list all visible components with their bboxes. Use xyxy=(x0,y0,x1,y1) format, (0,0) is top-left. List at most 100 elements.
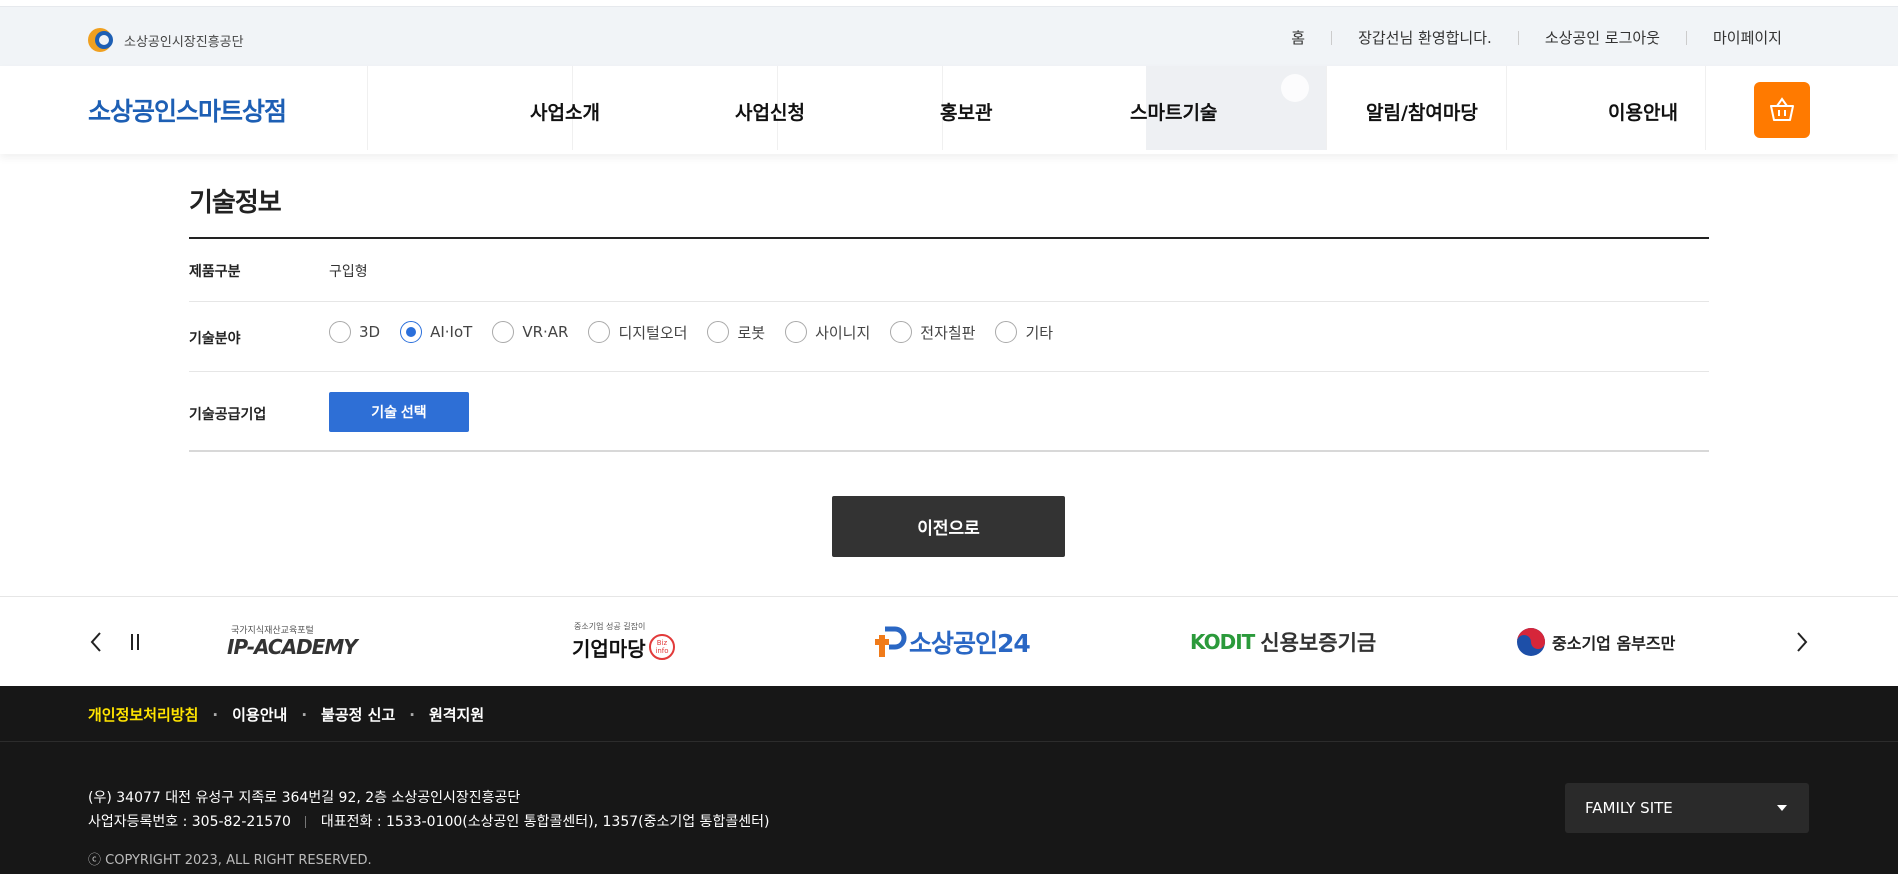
kodit-mark: KODIT xyxy=(1190,630,1255,654)
logo-bizinfo[interactable]: 중소기업 성공 길잡이 기업마당 Biz info xyxy=(572,619,682,665)
ombudsman-text: 중소기업 옴부즈만 xyxy=(1552,634,1676,653)
radio-label: 기타 xyxy=(1025,323,1054,342)
radio-label: 사이니지 xyxy=(815,323,871,342)
supplier-label: 기술공급기업 xyxy=(189,407,267,423)
radio-circle[interactable] xyxy=(707,321,730,343)
radio-digital-order[interactable]: 디지털오더 xyxy=(588,321,687,343)
radio-circle[interactable] xyxy=(588,321,611,343)
radio-label: VR·AR xyxy=(522,323,569,341)
taegeuk-icon xyxy=(1517,628,1545,656)
menu-business-intro[interactable]: 사업소개 xyxy=(530,98,600,125)
footer-address-block: (우) 34077 대전 유성구 지족로 364번길 92, 2층 소상공인시장… xyxy=(88,786,769,834)
menu-smart-tech[interactable]: 스마트기술 xyxy=(1130,98,1217,125)
caret-down-icon xyxy=(1777,805,1787,811)
radio-e-board[interactable]: 전자칠판 xyxy=(890,321,975,343)
radio-3d[interactable]: 3D xyxy=(329,321,380,343)
bizinfo-badge-icon: Biz info xyxy=(649,634,675,660)
supplier-row: 기술공급기업 기술 선택 xyxy=(189,372,1709,450)
util-home-link[interactable]: 홈 xyxy=(1291,27,1305,48)
utility-links: 홈 장갑선님 환영합니다. 소상공인 로그아웃 마이페이지 xyxy=(1291,27,1782,48)
bizinfo-text: 기업마당 xyxy=(572,637,646,661)
product-type-row: 제품구분 구입형 xyxy=(189,239,1709,302)
kodit-text: 신용보증기금 xyxy=(1260,631,1377,655)
divider xyxy=(1517,30,1519,45)
pause-icon xyxy=(137,634,139,650)
radio-label: 3D xyxy=(359,323,381,341)
related-sites-banner: 국가지식재산교육포털 IP-ACADEMY 중소기업 성공 길잡이 기업마당 B… xyxy=(0,596,1898,686)
footer-phone: 대표전화 : 1533-0100(소상공인 통합콜센터), 1357(중소기업 … xyxy=(320,814,770,830)
menu-notice[interactable]: 알림/참여마당 xyxy=(1366,98,1478,125)
menu-business-apply[interactable]: 사업신청 xyxy=(735,98,805,125)
section-title: 기술정보 xyxy=(189,188,282,218)
banner-pause-button[interactable] xyxy=(128,630,142,654)
org-name: 소상공인시장진흥공단 xyxy=(124,34,244,50)
family-site-select[interactable]: FAMILY SITE xyxy=(1565,783,1809,833)
footer-address: (우) 34077 대전 유성구 지족로 364번길 92, 2층 소상공인시장… xyxy=(88,790,521,806)
sbiz24-text: 소상공인24 xyxy=(909,629,1031,658)
chevron-right-icon xyxy=(1797,632,1808,652)
footer-privacy-link[interactable]: 개인정보처리방침 xyxy=(88,704,198,725)
radio-circle[interactable] xyxy=(890,321,913,343)
radio-circle[interactable] xyxy=(492,321,515,343)
menu-guide[interactable]: 이용안내 xyxy=(1608,98,1678,125)
radio-signage[interactable]: 사이니지 xyxy=(785,321,870,343)
logo-ip-academy[interactable]: 국가지식재산교육포털 IP-ACADEMY xyxy=(227,619,375,665)
divider: · xyxy=(409,705,415,724)
radio-circle[interactable] xyxy=(785,321,808,343)
divider: · xyxy=(301,705,308,724)
tech-field-label: 기술분야 xyxy=(189,331,241,347)
banner-prev-button[interactable] xyxy=(86,627,106,657)
footer-report-link[interactable]: 불공정 신고 xyxy=(321,704,395,725)
logo-kodit[interactable]: KODIT 신용보증기금 xyxy=(1190,619,1376,665)
radio-vr-ar[interactable]: VR·AR xyxy=(492,321,568,343)
util-mypage-link[interactable]: 마이페이지 xyxy=(1713,27,1782,48)
divider: · xyxy=(212,705,219,724)
bizinfo-caption: 중소기업 성공 길잡이 xyxy=(574,622,646,631)
footer-divider xyxy=(0,741,1898,742)
main-navigation: 소상공인스마트상점 사업소개 사업신청 홍보관 스마트기술 알림/참여마당 이용… xyxy=(0,66,1898,154)
cart-button[interactable] xyxy=(1754,82,1810,138)
radio-label: AI·IoT xyxy=(430,323,473,341)
family-site-label: FAMILY SITE xyxy=(1585,799,1673,817)
footer-links: 개인정보처리방침 · 이용안내 · 불공정 신고 · 원격지원 xyxy=(88,704,484,725)
org-logo[interactable]: 소상공인시장진흥공단 xyxy=(88,27,244,53)
tech-select-button[interactable]: 기술 선택 xyxy=(329,392,469,432)
org-emblem-icon xyxy=(88,27,118,53)
logo-sbiz24[interactable]: 소상공인24 xyxy=(875,619,1031,665)
logo-ombudsman[interactable]: 중소기업 옴부즈만 xyxy=(1516,619,1675,665)
footer: 개인정보처리방침 · 이용안내 · 불공정 신고 · 원격지원 (우) 3407… xyxy=(0,686,1898,874)
radio-label: 디지털오더 xyxy=(618,323,688,342)
tech-field-row: 기술분야 3D AI·IoT VR·AR 디지털오더 로봇 사이니지 전자칠판 … xyxy=(189,302,1709,372)
footer-guide-link[interactable]: 이용안내 xyxy=(232,704,287,725)
section-bottom-divider xyxy=(189,450,1709,452)
top-utility-bar: 소상공인시장진흥공단 홈 장갑선님 환영합니다. 소상공인 로그아웃 마이페이지 xyxy=(0,6,1898,66)
check-icon xyxy=(1281,74,1309,102)
sbiz24-mark-icon xyxy=(875,626,907,657)
ip-academy-text: IP-ACADEMY xyxy=(227,635,358,659)
chevron-left-icon xyxy=(90,632,101,652)
product-type-label: 제품구분 xyxy=(189,264,241,280)
radio-robot[interactable]: 로봇 xyxy=(707,321,765,343)
radio-label: 전자칠판 xyxy=(920,323,976,342)
footer-biz-no: 사업자등록번호 : 305-82-21570 xyxy=(88,814,291,830)
radio-circle-selected[interactable] xyxy=(400,321,423,343)
brand-logo[interactable]: 소상공인스마트상점 xyxy=(88,92,287,128)
menu-promotion[interactable]: 홍보관 xyxy=(940,98,992,125)
basket-icon xyxy=(1770,97,1794,121)
footer-remote-link[interactable]: 원격지원 xyxy=(429,704,484,725)
footer-copyright: ⓒ COPYRIGHT 2023, ALL RIGHT RESERVED. xyxy=(88,853,372,868)
radio-ai-iot[interactable]: AI·IoT xyxy=(400,321,472,343)
radio-circle[interactable] xyxy=(329,321,351,343)
tech-field-radio-group: 3D AI·IoT VR·AR 디지털오더 로봇 사이니지 전자칠판 기타 xyxy=(329,321,1073,343)
divider xyxy=(305,816,307,828)
tech-info-section: 기술정보 제품구분 구입형 기술분야 3D AI·IoT VR·AR 디지털오더… xyxy=(189,182,1709,452)
banner-next-button[interactable] xyxy=(1792,627,1812,657)
divider xyxy=(1331,30,1333,45)
util-logout-link[interactable]: 소상공인 로그아웃 xyxy=(1545,27,1660,48)
radio-label: 로봇 xyxy=(737,323,766,342)
radio-etc[interactable]: 기타 xyxy=(995,321,1053,343)
radio-circle[interactable] xyxy=(995,321,1018,343)
util-welcome-text: 장갑선님 환영합니다. xyxy=(1358,29,1492,47)
prev-button[interactable]: 이전으로 xyxy=(832,496,1065,557)
product-type-value: 구입형 xyxy=(329,264,368,280)
